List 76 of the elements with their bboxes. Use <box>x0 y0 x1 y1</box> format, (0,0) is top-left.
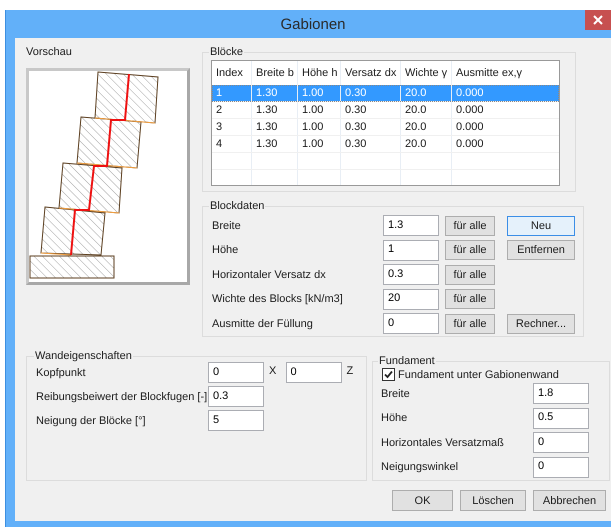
table-cell: 1.00 <box>298 85 341 101</box>
table-cell-text: 0.000 <box>455 137 485 152</box>
input-field[interactable]: 20 <box>383 288 439 310</box>
table-cell: 1 <box>212 85 252 101</box>
table-cell: 0.30 <box>341 136 401 152</box>
table-cell: 0.30 <box>341 102 401 118</box>
table-cell: 1.00 <box>298 119 341 135</box>
field-label: Breite <box>381 388 411 400</box>
input-field[interactable]: 1.3 <box>383 215 439 236</box>
table-cell: 3 <box>212 119 252 135</box>
group-title: Wandeigenschaften <box>34 350 133 362</box>
table-cell: 1.00 <box>298 102 341 118</box>
input-field[interactable]: 0 <box>383 313 439 334</box>
axis-label: Z <box>346 364 354 376</box>
table-cell: 1.30 <box>252 85 298 101</box>
table-cell: 1.30 <box>252 119 298 135</box>
apply-all-button[interactable]: für alle <box>445 314 495 334</box>
input-field[interactable]: 0 <box>286 362 342 383</box>
input-field[interactable]: 0.5 <box>533 408 589 428</box>
table-cell-text: 0.000 <box>455 120 485 135</box>
action-button[interactable]: Entfernen <box>507 240 575 260</box>
checkbox-label[interactable]: Fundament unter Gabionenwand <box>398 368 559 380</box>
preview-label: Vorschau <box>26 46 73 60</box>
input-field[interactable]: 0 <box>533 456 589 478</box>
table-cell: 1.30 <box>252 136 298 152</box>
field-label: Neigung der Blöcke [°] <box>36 414 147 426</box>
axis-label: X <box>269 364 278 376</box>
dialog-button[interactable]: Abbrechen <box>533 490 606 511</box>
table-cell: 20.0 <box>401 85 452 101</box>
field-label: Breite <box>212 220 242 232</box>
table-cell: 1.30 <box>252 102 298 118</box>
table-row[interactable]: 4 1.30 1.00 0.30 20.0 0.000 <box>212 136 559 153</box>
input-field[interactable]: 0 <box>533 432 589 453</box>
apply-all-button[interactable]: für alle <box>445 264 495 284</box>
field-label: Höhe <box>212 244 240 256</box>
dialog-button[interactable]: Löschen <box>460 490 526 511</box>
window-title: Gabionen <box>280 16 346 32</box>
apply-all-button[interactable]: für alle <box>445 216 495 236</box>
input-field[interactable]: 1 <box>383 240 439 260</box>
action-button[interactable]: Rechner... <box>507 314 575 334</box>
input-field[interactable]: 0.3 <box>383 264 439 285</box>
table-cell-text: 0.000 <box>455 103 485 118</box>
action-button[interactable]: Neu <box>507 216 575 236</box>
field-label: Horizontaler Versatz dx <box>212 268 327 280</box>
input-field[interactable]: 1.8 <box>533 383 589 404</box>
field-label: Höhe <box>381 412 408 424</box>
group-title: Fundament <box>378 355 436 367</box>
table-cell: 0.30 <box>341 85 401 101</box>
group-title: Blockdaten <box>209 200 266 212</box>
input-field[interactable]: 0 <box>208 362 264 383</box>
table-row[interactable]: 2 1.30 1.00 0.30 20.0 0.000 <box>212 102 559 119</box>
field-label: Ausmitte der Füllung <box>212 318 314 330</box>
close-icon <box>593 15 603 25</box>
field-label: Reibungsbeiwert der Blockfugen [-] <box>36 390 208 402</box>
field-label: Neigungswinkel <box>381 461 460 473</box>
table-cell: 4 <box>212 136 252 152</box>
table-cell: 1.00 <box>298 136 341 152</box>
table-cell: 20.0 <box>401 136 452 152</box>
apply-all-button[interactable]: für alle <box>445 289 495 309</box>
close-button[interactable] <box>585 10 611 30</box>
group-title: Blöcke <box>209 46 244 58</box>
column-header[interactable]: Ausmitte ex,γ <box>452 61 559 85</box>
field-label: Kopfpunkt <box>36 366 87 378</box>
table-row[interactable]: 3 1.30 1.00 0.30 20.0 0.000 <box>212 119 559 136</box>
dialog-button[interactable]: OK <box>392 490 453 511</box>
table-cell-text: 0.000 <box>455 86 485 101</box>
table-cell: 20.0 <box>401 102 452 118</box>
table-cell: 2 <box>212 102 252 118</box>
input-field[interactable]: 0.3 <box>208 386 264 407</box>
field-label: Wichte des Blocks [kN/m3] <box>212 293 344 305</box>
checkbox[interactable] <box>382 368 395 381</box>
table-cell: 20.0 <box>401 119 452 135</box>
field-label: Horizontales Versatzmaß <box>381 436 505 448</box>
table-cell: 0.30 <box>341 119 401 135</box>
input-field[interactable]: 5 <box>208 410 264 431</box>
apply-all-button[interactable]: für alle <box>445 240 495 260</box>
